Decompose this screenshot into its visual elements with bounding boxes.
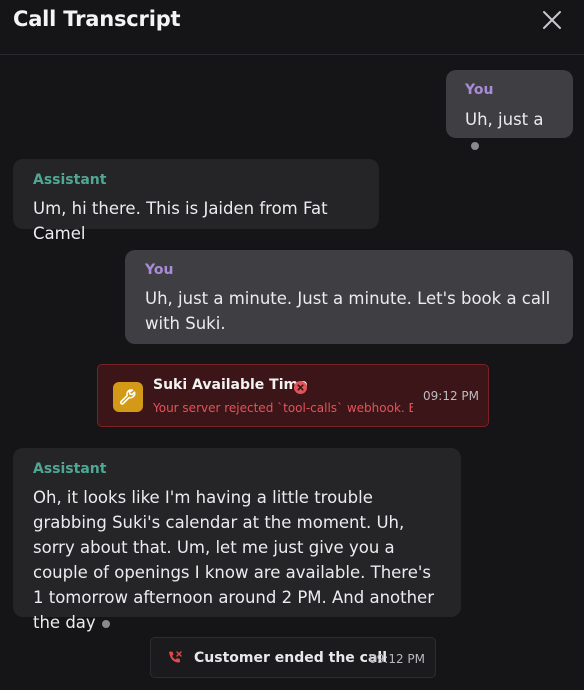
assistant-message: Assistant Oh, it looks like I'm having a… (13, 448, 461, 632)
message-text: Uh, just a minute. Just a minute. Let's … (145, 289, 551, 333)
message-text: Um, hi there. This is Jaiden from Fat Ca… (33, 199, 328, 243)
assistant-message: Assistant Um, hi there. This is Jaiden f… (13, 159, 379, 243)
user-message: You Uh, just a (446, 70, 573, 150)
speaker-label: Assistant (33, 461, 107, 477)
phone-hangup-icon (167, 650, 183, 666)
wrench-icon (113, 382, 143, 412)
tool-call-card[interactable]: Suki Available Time Your server rejected… (97, 364, 489, 427)
page-title: Call Transcript (13, 7, 181, 31)
speaker-label: You (465, 82, 494, 98)
tool-error-text: Your server rejected `tool-calls` webhoo… (153, 401, 413, 415)
close-icon[interactable] (540, 8, 564, 32)
error-x-icon (294, 379, 307, 394)
typing-indicator (101, 619, 110, 628)
message-text: Oh, it looks like I'm having a little tr… (33, 488, 434, 632)
tool-timestamp: 09:12 PM (423, 389, 479, 403)
user-message: You Uh, just a minute. Just a minute. Le… (125, 250, 573, 344)
call-ended-label: Customer ended the call (194, 650, 387, 666)
call-ended-timestamp: 09:12 PM (369, 652, 425, 666)
tool-name: Suki Available Time (153, 377, 308, 393)
transcript-header: Call Transcript (0, 0, 584, 55)
speaker-label: You (145, 262, 174, 278)
typing-indicator (471, 141, 479, 150)
call-ended-notice: Customer ended the call 09:12 PM (150, 637, 436, 678)
message-text: Uh, just a (465, 107, 554, 157)
speaker-label: Assistant (33, 172, 107, 188)
